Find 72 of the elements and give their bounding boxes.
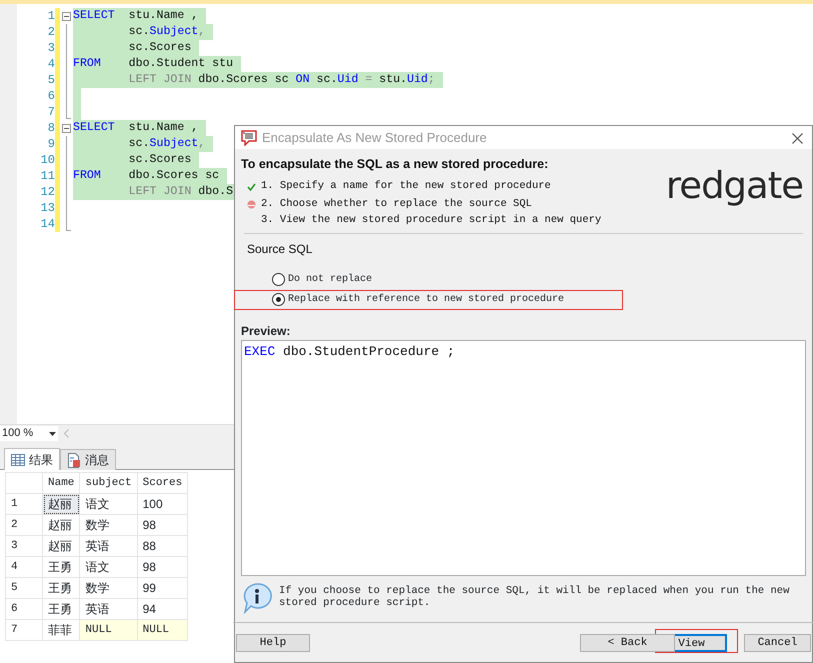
table-cell: 赵丽 [42,536,80,556]
dropdown-arrow-icon [49,432,56,436]
option-label: Replace with reference to new stored procedure [288,292,564,308]
line-number: 5 [46,72,55,88]
row-number: 7 [6,620,42,640]
line-number: 10 [40,152,55,168]
current-step-icon [247,200,256,210]
table-cell: NULL [80,620,138,640]
zoom-dropdown[interactable]: 100 % [0,426,58,441]
section-title: Source SQL [247,240,314,258]
line-number: 4 [46,56,55,72]
row-number: 6 [6,598,42,620]
table-cell: 98 [137,514,188,536]
dialog-heading: To encapsulate the SQL as a new stored procedure: [241,156,550,173]
preview-code: EXEC dbo.StudentProcedure ; [241,340,806,576]
line-number: 11 [40,168,55,184]
line-number: 6 [46,88,55,104]
document-icon [67,452,81,468]
result-tab[interactable]: 结果 [4,448,60,470]
info-icon [241,582,273,614]
table-cell: 100 [137,494,188,514]
grid-icon [11,454,25,466]
line-number: 13 [40,200,55,216]
line-number: 12 [40,184,55,200]
fold-end-line [66,216,71,231]
table-cell: 王勇 [42,578,80,598]
dialog-button[interactable]: Cancel [744,634,811,652]
row-number: 2 [6,514,42,536]
table-cell: 英语 [80,536,138,556]
table-cell: 赵丽 [42,514,80,536]
line-number: 14 [40,216,55,232]
step-text: 1. Specify a name for the new stored procedure [261,178,551,193]
option-label: Do not replace [288,272,372,288]
dialog-button[interactable]: Help [236,634,310,652]
line-number: 8 [46,120,55,136]
table-cell: 王勇 [42,556,80,578]
table-cell: 数学 [80,514,138,536]
close-icon[interactable] [792,132,803,144]
row-number: 5 [6,578,42,598]
collapse-icon[interactable] [62,12,71,21]
info-text: If you choose to replace the source SQL, it will be replaced when you run the new stored procedure script. [279,584,790,609]
logo: redgate [666,167,803,209]
dialog-title: Encapsulate As New Stored Procedure [262,128,487,147]
line-number: 1 [46,8,55,24]
table-cell: 语文 [80,556,138,578]
line-number: 3 [46,40,55,56]
preview-label: Preview: [241,322,292,340]
table-cell: 王勇 [42,598,80,620]
radio-button[interactable] [272,273,285,286]
dialog-button[interactable]: < Back [580,634,675,652]
table-cell: 88 [137,536,188,556]
column-header: subject [80,472,138,494]
check-icon [247,182,256,191]
table-cell: NULL [137,620,188,640]
column-header: Scores [137,472,188,494]
table-cell: 数学 [80,578,138,598]
table-cell: 语文 [80,494,138,514]
result-tab[interactable]: 消息 [60,449,116,470]
table-cell: 98 [137,556,188,578]
speech-bubble-icon [241,130,257,146]
line-number: 9 [46,136,55,152]
step-text: 3. View the new stored procedure script in a new query [261,212,602,227]
table-cell: 99 [137,578,188,598]
line-number: 2 [46,24,55,40]
radio-button[interactable] [272,293,285,306]
fold-end-line [66,104,71,119]
row-number: 4 [6,556,42,578]
row-number: 3 [6,536,42,556]
line-number: 7 [46,104,55,120]
table-cell: 赵丽 [42,494,80,514]
step-text: 2. Choose whether to replace the source SQL [261,196,532,211]
collapse-icon[interactable] [62,124,71,133]
